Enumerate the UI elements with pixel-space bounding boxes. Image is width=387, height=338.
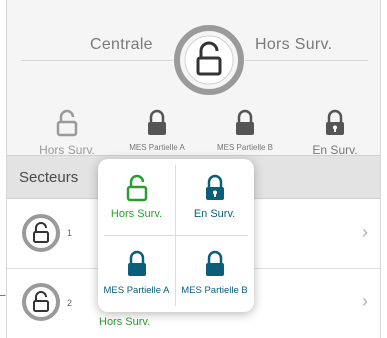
chevron-right-icon: › <box>362 291 368 311</box>
popup-option-en-surv[interactable]: En Surv. <box>176 159 253 235</box>
unlock-icon <box>56 109 78 137</box>
popup-option-mes-partielle-b[interactable]: MES Partielle B <box>176 236 253 312</box>
mode-mes-partielle-b[interactable]: MES Partielle B <box>205 108 285 152</box>
central-label: Centrale <box>90 36 153 53</box>
popup-option-label: En Surv. <box>193 208 236 220</box>
sector-status: Hors Surv. <box>99 316 151 328</box>
popup-option-label: MES Partielle B <box>181 285 248 296</box>
unlock-icon <box>174 25 244 95</box>
mode-label: MES Partielle B <box>216 143 274 152</box>
secteurs-title: Secteurs <box>19 169 79 186</box>
lock-icon <box>206 250 224 276</box>
sector-lock-button[interactable] <box>21 213 61 253</box>
sector-lock-button[interactable] <box>21 282 61 322</box>
sector-number: 1 <box>67 228 73 238</box>
lock-icon <box>148 109 166 135</box>
central-lock-button[interactable] <box>173 24 245 96</box>
central-status-label: Hors Surv. <box>255 36 333 53</box>
popup-option-label: MES Partielle A <box>103 285 170 296</box>
popup-option-hors-surv[interactable]: Hors Surv. <box>98 159 175 235</box>
popup-option-label: Hors Surv. <box>110 208 163 220</box>
lock-keyhole-icon <box>206 174 224 200</box>
lock-icon <box>236 109 254 135</box>
unlock-icon <box>126 174 148 202</box>
mode-hors-surv[interactable]: Hors Surv. <box>27 108 107 157</box>
lock-keyhole-icon <box>326 109 344 135</box>
unlock-icon <box>22 214 60 252</box>
central-header: Centrale Hors Surv. Hors Surv. MES Parti… <box>7 0 380 157</box>
pointer-mark: – <box>0 290 6 301</box>
mode-label: MES Partielle A <box>129 143 185 152</box>
unlock-icon <box>22 283 60 321</box>
app-screen: Centrale Hors Surv. Hors Surv. MES Parti… <box>6 0 381 338</box>
popup-option-mes-partielle-a[interactable]: MES Partielle A <box>98 236 175 312</box>
chevron-right-icon: › <box>362 222 368 242</box>
sector-number: 2 <box>67 298 73 308</box>
lock-icon <box>128 250 146 276</box>
mode-mes-partielle-a[interactable]: MES Partielle A <box>117 108 197 152</box>
state-popup-menu: Hors Surv. En Surv. MES Partielle A MES … <box>98 159 254 312</box>
mode-en-surv[interactable]: En Surv. <box>295 108 375 157</box>
